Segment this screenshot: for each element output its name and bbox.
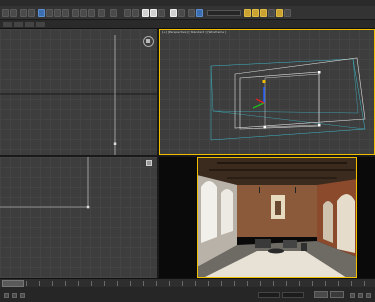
ribbon-button[interactable] — [36, 22, 45, 27]
room-wire — [210, 65, 366, 130]
prompt-line-icon[interactable] — [12, 293, 17, 298]
timeline-ticks[interactable] — [26, 281, 371, 286]
percent-snap-icon[interactable] — [142, 9, 149, 17]
mirror-icon[interactable] — [170, 9, 177, 17]
safe-frame-outline — [197, 157, 357, 278]
rotate-icon[interactable] — [80, 9, 87, 17]
coordinate-x-field[interactable] — [258, 292, 280, 298]
vertex-marker — [263, 126, 266, 129]
render-setup-icon[interactable] — [268, 9, 275, 17]
main-toolbar — [0, 6, 375, 20]
lock-selection-icon[interactable] — [20, 293, 25, 298]
rendered-frame-window-icon[interactable] — [276, 9, 283, 17]
scale-icon[interactable] — [88, 9, 95, 17]
viewcube-icon[interactable] — [143, 36, 154, 47]
viewport-top-right-wireframe — [210, 57, 366, 141]
material-editor-icon[interactable] — [260, 9, 267, 17]
undo-icon[interactable] — [2, 9, 9, 17]
scene-explorer-icon[interactable] — [196, 9, 203, 17]
ribbon-button[interactable] — [14, 22, 23, 27]
vertex-marker — [318, 71, 321, 74]
vertex-marker — [86, 205, 90, 209]
next-frame-icon[interactable] — [358, 293, 363, 298]
snaps-toggle-icon[interactable] — [124, 9, 131, 17]
spinner-snap-icon[interactable] — [150, 9, 157, 17]
gizmo-handle — [262, 80, 266, 83]
rectangle-selection-icon[interactable] — [54, 9, 61, 17]
viewport-bottom-right[interactable] — [159, 157, 375, 278]
vertex-marker — [318, 124, 321, 127]
viewport-top-left[interactable] — [0, 29, 157, 155]
angle-snap-icon[interactable] — [132, 9, 139, 17]
play-animation-icon[interactable] — [350, 293, 355, 298]
ribbon-button[interactable] — [25, 22, 34, 27]
select-object-icon[interactable] — [38, 9, 45, 17]
pivot-center-icon[interactable] — [110, 9, 117, 17]
align-icon[interactable] — [178, 9, 185, 17]
select-by-name-icon[interactable] — [46, 9, 53, 17]
selection-set-dropdown[interactable] — [207, 10, 241, 16]
plane-outline — [234, 57, 366, 129]
viewport-bottom-left-wireframe — [0, 157, 90, 209]
layer-explorer-icon[interactable] — [188, 9, 195, 17]
gizmo-x-axis — [255, 98, 265, 104]
maxscript-listener-icon[interactable] — [4, 293, 9, 298]
room-wire — [210, 58, 366, 141]
camera-frame — [264, 73, 320, 128]
viewport-top-left-wireframe — [0, 35, 157, 155]
auto-key-button[interactable] — [314, 291, 328, 298]
unlink-icon[interactable] — [28, 9, 35, 17]
set-key-button[interactable] — [330, 291, 344, 298]
window-crossing-icon[interactable] — [62, 9, 69, 17]
status-bar — [0, 287, 375, 302]
move-icon[interactable] — [72, 9, 79, 17]
timeline — [0, 278, 375, 287]
maximize-viewport-icon[interactable] — [366, 293, 371, 298]
reference-coordinate-icon[interactable] — [98, 9, 105, 17]
ribbon — [0, 20, 375, 29]
viewport-bottom-left[interactable] — [0, 157, 157, 278]
edit-named-selection-icon[interactable] — [158, 9, 165, 17]
link-icon[interactable] — [20, 9, 27, 17]
curve-editor-icon[interactable] — [244, 9, 251, 17]
render-icon[interactable] — [284, 9, 291, 17]
ribbon-button[interactable] — [3, 22, 12, 27]
vertex-marker — [113, 142, 117, 145]
viewport-divider-vertical[interactable] — [157, 29, 159, 278]
coordinate-y-field[interactable] — [282, 292, 304, 298]
viewport-nav-icon[interactable] — [146, 160, 152, 166]
time-slider[interactable] — [2, 280, 24, 287]
gizmo-y-axis — [252, 102, 265, 109]
viewport-top-right[interactable]: [+] [Perspective] [ Standard ] [Wirefram… — [159, 29, 375, 155]
plane-outline-inner — [239, 71, 320, 130]
viewport-divider-horizontal[interactable] — [0, 155, 375, 157]
redo-icon[interactable] — [10, 9, 17, 17]
schematic-view-icon[interactable] — [252, 9, 259, 17]
